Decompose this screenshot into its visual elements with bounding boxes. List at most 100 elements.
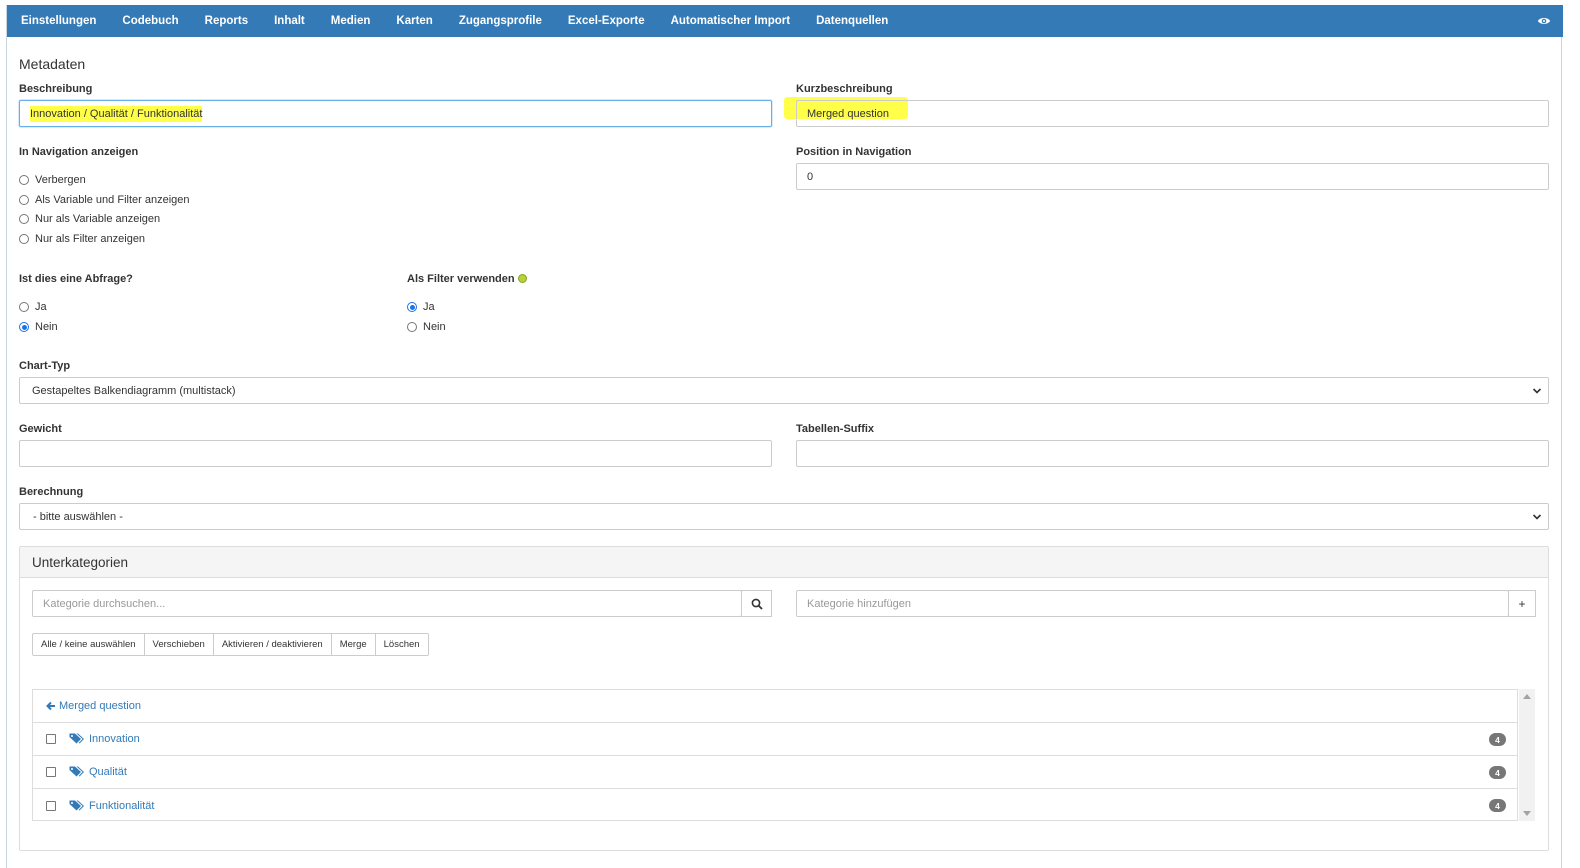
row-checkbox[interactable] (46, 734, 56, 744)
radio-circle[interactable] (19, 234, 29, 244)
add-category-button[interactable]: + (1508, 590, 1536, 617)
gewicht-label: Gewicht (19, 423, 62, 435)
beschreibung-input[interactable]: Innovation / Qualität / Funktionalität (19, 100, 772, 127)
aktivieren-deaktivieren-button[interactable]: Aktivieren / deaktivieren (212, 633, 332, 656)
list-scrollbar[interactable] (1519, 689, 1535, 821)
row-checkbox[interactable] (46, 800, 56, 811)
gewicht-input[interactable] (19, 440, 772, 467)
nav-einstellungen[interactable]: Einstellungen (21, 15, 96, 27)
chart-typ-value: Gestapeltes Balkendiagramm (multistack) (32, 384, 236, 397)
radio-label: Nur als Variable anzeigen (35, 213, 161, 225)
top-navbar: Einstellungen Codebuch Reports Inhalt Me… (7, 5, 1563, 37)
back-row[interactable]: Merged question (33, 690, 1517, 723)
tags-icon (69, 766, 84, 777)
radio-filter-ja[interactable]: Ja (407, 301, 435, 313)
list-item: Innovation 4 (33, 723, 1517, 756)
category-link[interactable]: Innovation (89, 733, 140, 745)
tags-icon (69, 733, 84, 744)
nav-excel-exporte[interactable]: Excel-Exporte (568, 15, 645, 27)
tabellen-suffix-input[interactable] (796, 440, 1549, 467)
search-placeholder: Kategorie durchsuchen... (43, 597, 166, 610)
radio-filter-nein[interactable]: Nein (407, 321, 446, 333)
nav-codebuch[interactable]: Codebuch (122, 15, 178, 27)
scroll-down-arrow-icon[interactable] (1523, 811, 1531, 816)
section-title-metadaten: Metadaten (19, 56, 86, 72)
merge-button[interactable]: Merge (330, 633, 376, 656)
radio-nur-filter[interactable]: Nur als Filter anzeigen (19, 233, 145, 245)
unterkategorien-header: Unterkategorien (20, 547, 1548, 578)
plus-icon: + (1518, 596, 1526, 611)
select-all-none-button[interactable]: Alle / keine auswählen (32, 633, 145, 656)
search-button[interactable] (741, 590, 772, 617)
nav-karten[interactable]: Karten (396, 15, 432, 27)
add-placeholder: Kategorie hinzufügen (807, 597, 911, 610)
list-item: Funktionalität 4 (33, 789, 1517, 822)
kategorie-search-input[interactable]: Kategorie durchsuchen... (32, 590, 742, 617)
radio-label: Nein (423, 321, 446, 333)
radio-label: Ja (35, 301, 47, 313)
category-link[interactable]: Qualität (89, 766, 127, 778)
beschreibung-value: Innovation / Qualität / Funktionalität (30, 105, 203, 122)
berechnung-value: - bitte auswählen - (33, 510, 123, 523)
abfrage-label: Ist dies eine Abfrage? (19, 273, 133, 285)
radio-circle[interactable] (407, 322, 417, 332)
eye-icon[interactable] (1537, 14, 1551, 28)
radio-circle[interactable] (19, 214, 29, 224)
count-badge: 4 (1489, 733, 1506, 746)
radio-verbergen[interactable]: Verbergen (19, 174, 86, 186)
nav-automatischer-import[interactable]: Automatischer Import (671, 15, 791, 27)
filter-label-text: Als Filter verwenden (407, 273, 515, 285)
navigation-label: In Navigation anzeigen (19, 146, 139, 158)
arrow-left-icon (46, 701, 55, 711)
scroll-up-arrow-icon[interactable] (1523, 694, 1531, 699)
action-button-group: Alle / keine auswählen Verschieben Aktiv… (32, 633, 429, 656)
count-badge: 4 (1489, 766, 1506, 779)
kurzbeschreibung-label: Kurzbeschreibung (796, 83, 893, 95)
position-input[interactable]: 0 (796, 163, 1549, 190)
tabellen-suffix-label: Tabellen-Suffix (796, 423, 875, 435)
position-label: Position in Navigation (796, 146, 912, 158)
berechnung-select[interactable]: - bitte auswählen - (19, 503, 1549, 530)
radio-abfrage-ja[interactable]: Ja (19, 301, 47, 313)
radio-nur-variable[interactable]: Nur als Variable anzeigen (19, 213, 160, 225)
radio-circle[interactable] (19, 175, 29, 185)
count-badge: 4 (1489, 799, 1506, 812)
kategorie-add-input[interactable]: Kategorie hinzufügen (796, 590, 1509, 617)
radio-circle[interactable] (19, 302, 29, 312)
radio-label: Ja (423, 301, 435, 313)
berechnung-label: Berechnung (19, 486, 84, 498)
info-dot-icon[interactable] (517, 274, 527, 283)
radio-circle[interactable] (19, 195, 29, 205)
tags-icon (69, 800, 84, 810)
radio-circle-checked[interactable] (407, 302, 417, 312)
radio-label: Nein (35, 321, 58, 333)
chevron-down-icon (1532, 514, 1542, 520)
loeschen-button[interactable]: Löschen (374, 633, 429, 656)
nav-inhalt[interactable]: Inhalt (274, 15, 305, 27)
nav-datenquellen[interactable]: Datenquellen (816, 15, 888, 27)
filter-label: Als Filter verwenden (407, 273, 527, 285)
back-link-merged-question[interactable]: Merged question (59, 700, 141, 712)
radio-variable-und-filter[interactable]: Als Variable und Filter anzeigen (19, 194, 190, 206)
nav-zugangsprofile[interactable]: Zugangsprofile (459, 15, 542, 27)
radio-label: Als Variable und Filter anzeigen (35, 194, 190, 206)
verschieben-button[interactable]: Verschieben (143, 633, 214, 656)
kurzbeschreibung-input[interactable]: Merged question (796, 100, 1549, 127)
nav-reports[interactable]: Reports (205, 15, 248, 27)
kurzbeschreibung-value: Merged question (807, 107, 889, 120)
chevron-down-icon (1532, 388, 1542, 394)
beschreibung-label: Beschreibung (19, 83, 93, 95)
chart-typ-label: Chart-Typ (19, 360, 71, 372)
search-icon (751, 598, 763, 610)
list-item: Qualität 4 (33, 756, 1517, 789)
row-checkbox[interactable] (46, 767, 56, 777)
radio-circle-checked[interactable] (19, 322, 29, 332)
radio-label: Verbergen (35, 174, 86, 186)
radio-abfrage-nein[interactable]: Nein (19, 321, 58, 333)
radio-label: Nur als Filter anzeigen (35, 233, 146, 245)
category-list: Merged question Innovation 4 Qualität 4 … (32, 689, 1518, 821)
category-link[interactable]: Funktionalität (89, 800, 154, 812)
chart-typ-select[interactable]: Gestapeltes Balkendiagramm (multistack) (19, 377, 1549, 404)
nav-medien[interactable]: Medien (331, 15, 371, 27)
position-value: 0 (807, 170, 814, 183)
